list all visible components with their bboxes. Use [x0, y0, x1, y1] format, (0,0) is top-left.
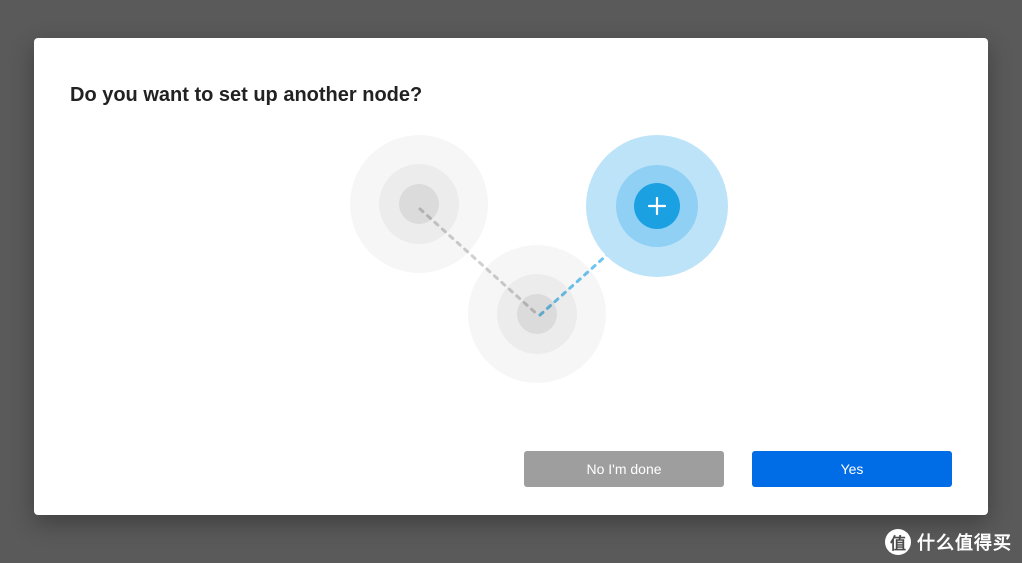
existing-node-1: [350, 135, 488, 273]
yes-button[interactable]: Yes: [752, 451, 952, 487]
node-illustration: [70, 107, 952, 451]
watermark-badge: 值: [885, 529, 911, 555]
watermark-text: 什么值得买: [917, 529, 1012, 555]
dialog-footer: No I'm done Yes: [70, 451, 952, 487]
setup-node-dialog: Do you want to set up another node?: [34, 38, 988, 515]
dialog-title: Do you want to set up another node?: [70, 84, 952, 107]
plus-icon: [647, 196, 667, 216]
add-node: [586, 135, 728, 277]
no-button[interactable]: No I'm done: [524, 451, 724, 487]
watermark: 值 什么值得买: [885, 529, 1012, 555]
existing-node-2: [468, 245, 606, 383]
